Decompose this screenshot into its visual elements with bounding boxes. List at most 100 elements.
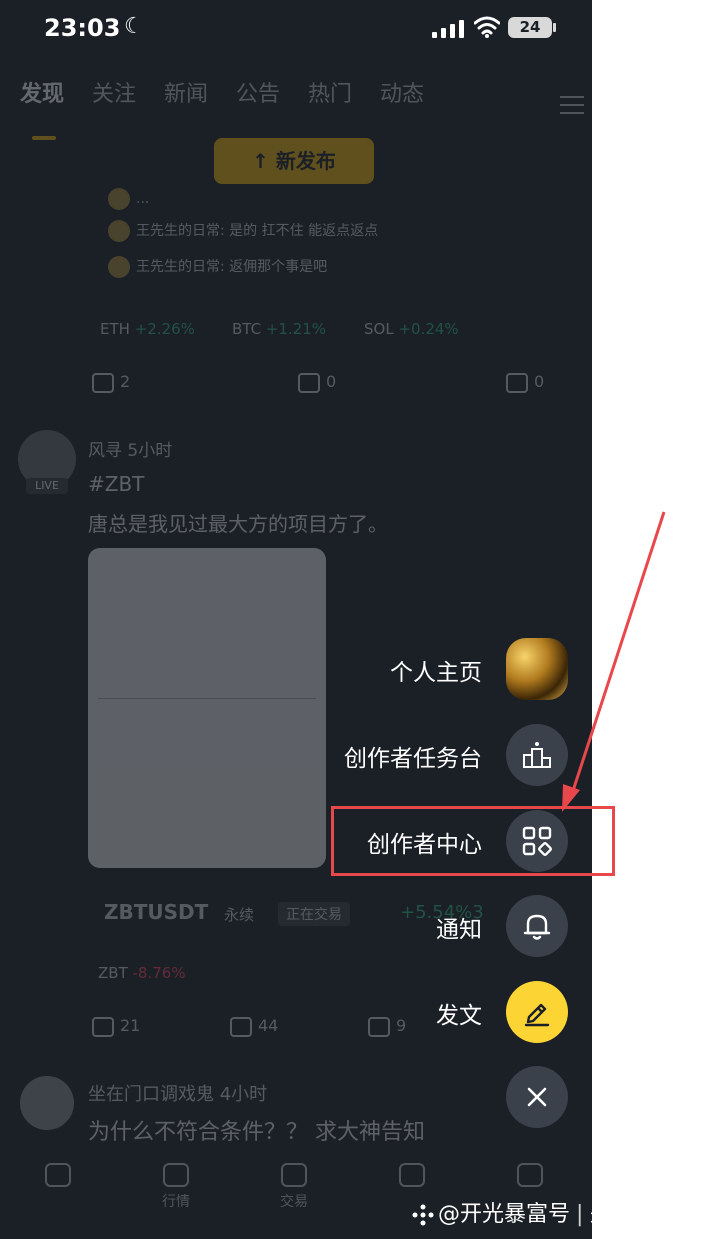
trade-icon (281, 1163, 307, 1187)
comment-line: 王先生的日常: 是的 扛不住 能返点返点 (108, 220, 378, 242)
tab-activity[interactable]: 动态 (380, 76, 424, 108)
write-post-button[interactable] (506, 981, 568, 1043)
feed-tabs: 发现 关注 新闻 公告 热门 动态 (20, 76, 584, 140)
wifi-icon (474, 16, 500, 38)
avatar (108, 220, 130, 242)
post-time: 5小时 (127, 441, 173, 461)
feed-background: 发现 关注 新闻 公告 热门 动态 ↑ 新发布 ... 王先生的日常: 是的 扛… (0, 58, 592, 1239)
change-value: -8.76% (132, 964, 186, 982)
ticker-eth[interactable]: ETH +2.26% (100, 320, 195, 338)
tab-discover[interactable]: 发现 (20, 76, 64, 108)
new-post-button[interactable]: ↑ 新发布 (214, 138, 374, 184)
nav-label: 交易 (280, 1194, 308, 1210)
nav-home[interactable] (28, 1163, 88, 1191)
repost-icon (298, 372, 320, 393)
bell-icon (523, 914, 551, 940)
nav-markets[interactable]: 行情 (146, 1163, 206, 1211)
share-count: 0 (534, 372, 545, 391)
comment-line: 王先生的日常: 返佣那个事是吧 (108, 256, 327, 278)
nav-orders[interactable] (382, 1163, 442, 1191)
share-icon (506, 372, 528, 393)
comment-icon (92, 1016, 114, 1037)
post-text: 唐总是我见过最大方的项目方了。 (88, 512, 388, 536)
ticker-change: +1.21% (265, 320, 327, 338)
profile-avatar[interactable] (506, 638, 568, 700)
new-post-label: 新发布 (275, 149, 336, 173)
comment-button[interactable]: 21 (92, 1016, 140, 1037)
close-icon (527, 1087, 547, 1107)
close-menu-button[interactable] (506, 1066, 568, 1128)
fab-label-task-center[interactable]: 创作者任务台 (344, 739, 482, 773)
comment-text: ... (136, 191, 150, 207)
thumbs-up-icon (92, 372, 114, 393)
post-image[interactable] (88, 548, 326, 868)
pen-icon (524, 1003, 550, 1027)
author-name: 坐在门口调戏鬼 (88, 1084, 214, 1105)
tab-underline (32, 136, 56, 140)
repost-button[interactable]: 0 (298, 372, 336, 393)
change-symbol: ZBT (98, 964, 128, 982)
pair-type: 永续 (224, 906, 255, 924)
moon-icon: ☾ (124, 14, 144, 39)
wallet-icon (517, 1163, 543, 1187)
like-count: 44 (258, 1016, 279, 1035)
nav-label: 行情 (162, 1194, 190, 1210)
ticker-symbol: SOL (364, 320, 394, 338)
fab-label-profile[interactable]: 个人主页 (390, 653, 482, 687)
comment-line: ... (108, 188, 149, 210)
live-badge: LIVE (26, 478, 68, 494)
pair-change: ZBT -8.76% (98, 964, 186, 982)
cellular-signal-icon (432, 20, 464, 38)
battery-tip (553, 23, 556, 32)
post-text: 为什么不符合条件？？ 求大神告知 (88, 1120, 425, 1145)
chart-thumbnail (98, 578, 316, 699)
tab-hot[interactable]: 热门 (308, 76, 352, 108)
comment-count: 21 (120, 1016, 141, 1035)
nav-wallet[interactable] (500, 1163, 560, 1191)
watermark-tagline: 关註必發 (589, 1202, 678, 1227)
watermark-handle: @开光暴富号 (438, 1202, 571, 1227)
ticker-symbol: ETH (100, 320, 130, 338)
fab-label-write-post[interactable]: 发文 (436, 996, 482, 1030)
home-icon (45, 1163, 71, 1187)
tab-follow[interactable]: 关注 (92, 76, 136, 108)
battery-indicator: 24 (508, 17, 552, 38)
ticker-sol[interactable]: SOL +0.24% (364, 320, 459, 338)
right-blank-area (592, 0, 712, 1239)
task-center-button[interactable] (506, 724, 568, 786)
repost-count: 9 (396, 1016, 407, 1035)
diamond-logo-icon (412, 1204, 434, 1226)
like-count: 2 (120, 372, 131, 391)
chart-icon (163, 1163, 189, 1187)
document-icon (399, 1163, 425, 1187)
menu-icon[interactable] (560, 96, 584, 116)
avatar[interactable] (20, 1076, 74, 1130)
fab-label-notifications[interactable]: 通知 (436, 910, 482, 944)
status-bar: 23:03 ☾ 24 (0, 0, 592, 58)
nav-trade[interactable]: 交易 (264, 1163, 324, 1211)
repost-button[interactable]: 9 (368, 1016, 406, 1037)
author-name: 风寻 (88, 441, 122, 461)
status-time: 23:03 (44, 14, 121, 42)
share-button[interactable]: 0 (506, 372, 544, 393)
notifications-button[interactable] (506, 895, 568, 957)
watermark: @开光暴富号 | 关註必發 (412, 1196, 677, 1228)
thumbs-up-icon (230, 1016, 252, 1037)
post-author[interactable]: 风寻 5小时 (88, 436, 172, 461)
like-button[interactable]: 2 (92, 372, 130, 393)
pair-symbol[interactable]: ZBTUSDT (104, 900, 208, 924)
comment-text: 王先生的日常: 返佣那个事是吧 (136, 259, 328, 275)
post-time: 4小时 (219, 1084, 268, 1105)
like-button[interactable]: 44 (230, 1016, 278, 1037)
comment-text: 王先生的日常: 是的 扛不住 能返点返点 (136, 223, 379, 239)
tab-announcements[interactable]: 公告 (236, 76, 280, 108)
podium-icon (523, 742, 551, 768)
repost-count: 0 (326, 372, 337, 391)
ticker-change: +2.26% (134, 320, 195, 338)
pair-status-badge: 正在交易 (278, 902, 350, 926)
post-hashtag[interactable]: #ZBT (88, 472, 144, 496)
avatar (108, 256, 130, 278)
ticker-btc[interactable]: BTC +1.21% (232, 320, 326, 338)
tab-news[interactable]: 新闻 (164, 76, 208, 108)
post-author[interactable]: 坐在门口调戏鬼 4小时 (88, 1080, 267, 1106)
